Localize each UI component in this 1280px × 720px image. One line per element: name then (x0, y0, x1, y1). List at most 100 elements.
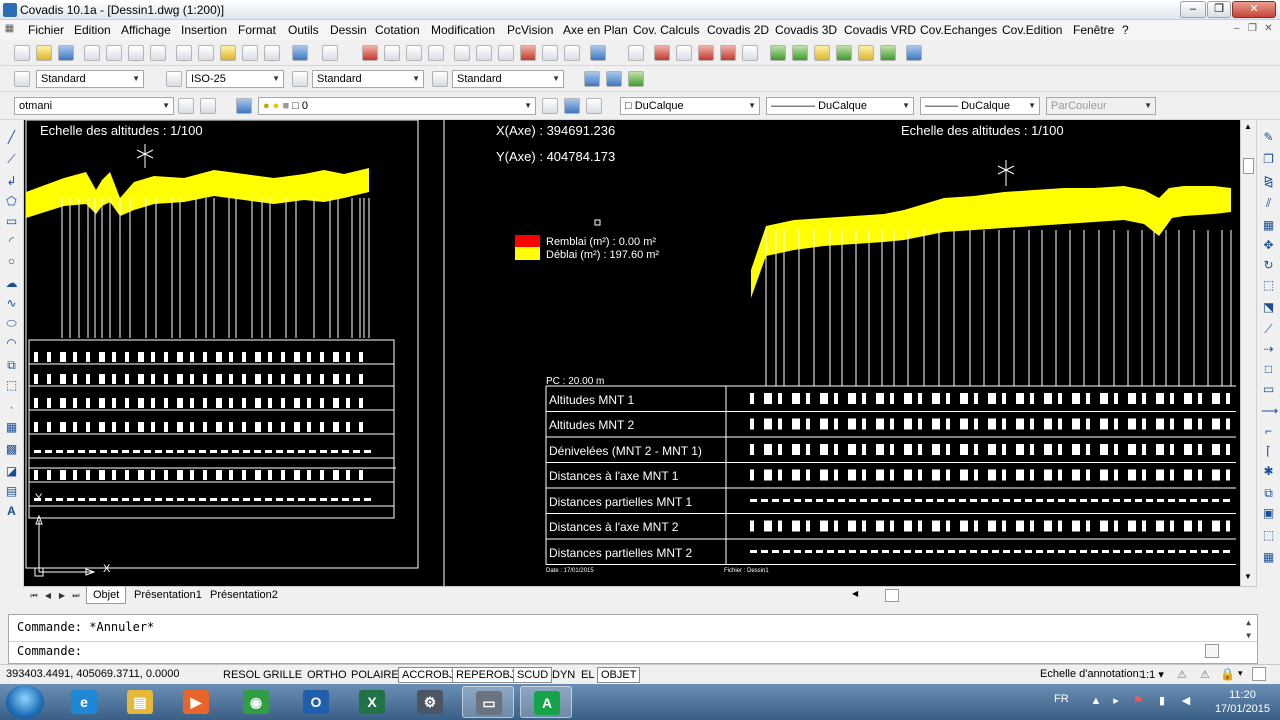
tab-objet[interactable]: Objet (86, 587, 127, 604)
undo-icon[interactable] (292, 45, 308, 61)
lineweight-select[interactable]: ——— DuCalque ▼ (920, 97, 1040, 115)
print-preview-icon[interactable] (106, 45, 122, 61)
covadis-tool-8-icon[interactable] (814, 45, 830, 61)
language-indicator[interactable]: FR (1054, 693, 1069, 705)
first-tab-icon[interactable]: ⏮ (28, 589, 40, 602)
covadis-tool-9-icon[interactable] (836, 45, 852, 61)
horizontal-scroll-thumb[interactable] (885, 589, 899, 602)
break-point-icon[interactable]: □ (1261, 362, 1276, 377)
annotation-auto-icon[interactable]: ⚠ (1200, 668, 1210, 681)
taskbar-covadis[interactable]: A (520, 686, 572, 718)
design-center-icon[interactable] (476, 45, 492, 61)
taskbar-internet-explorer[interactable]: e (58, 686, 110, 718)
properties-icon[interactable] (454, 45, 470, 61)
tool-palettes-icon[interactable] (498, 45, 514, 61)
menu-affichage[interactable]: Affichage (121, 23, 171, 37)
menu-format[interactable]: Format (238, 23, 276, 37)
zoom-previous-icon[interactable] (428, 45, 444, 61)
taskbar-outlook[interactable]: O (290, 686, 342, 718)
multileader-style-icon[interactable] (432, 71, 448, 87)
erase-icon[interactable]: ✎ (1261, 130, 1276, 145)
toggle-reperobj[interactable]: REPEROBJ (452, 667, 520, 683)
line-icon[interactable]: ╱ (4, 130, 19, 145)
layer-previous-icon[interactable] (200, 98, 216, 114)
taskbar-excel[interactable]: X (346, 686, 398, 718)
explode-icon[interactable]: ✱ (1261, 464, 1276, 479)
markup-icon[interactable] (542, 45, 558, 61)
copy-icon[interactable] (198, 45, 214, 61)
layer-name-select[interactable]: otmani ▼ (14, 97, 174, 115)
rectangle-icon[interactable]: ▭ (4, 214, 19, 229)
tray-up-icon[interactable]: ▲ (1090, 695, 1102, 707)
stretch-icon[interactable]: ⬔ (1261, 300, 1276, 315)
menu-modification[interactable]: Modification (431, 23, 495, 37)
table-icon[interactable]: ▤ (4, 484, 19, 499)
match-properties-icon[interactable] (242, 45, 258, 61)
menu-cov-echanges[interactable]: Cov.Echanges (920, 23, 997, 37)
menu-outils[interactable]: Outils (288, 23, 319, 37)
status-menu-icon[interactable]: ▾ (1238, 668, 1243, 679)
restore-button[interactable]: ❐ (1207, 1, 1231, 18)
make-current-icon[interactable] (542, 98, 558, 114)
ucs-icon[interactable] (584, 71, 600, 87)
cut-icon[interactable] (176, 45, 192, 61)
scroll-left-icon[interactable]: ◀ (852, 589, 858, 598)
start-button[interactable] (6, 685, 44, 719)
fillet-icon[interactable]: ⌈ (1261, 444, 1276, 459)
make-block-icon[interactable]: ⬚ (4, 378, 19, 393)
point-icon[interactable]: · (4, 400, 19, 415)
covadis-tool-4-icon[interactable] (720, 45, 736, 61)
scale-icon[interactable]: ⬚ (1261, 278, 1276, 293)
extend-icon[interactable]: ⇢ (1261, 342, 1276, 357)
menu-cov-calculs[interactable]: Cov. Calculs (633, 23, 699, 37)
drawing-canvas[interactable]: Echelle des altitudes : 1/100 Echelle de… (24, 120, 1240, 586)
taskbar-file-explorer[interactable]: ▤ (114, 686, 166, 718)
open-icon[interactable] (36, 45, 52, 61)
hatch-icon[interactable]: ▦ (4, 420, 19, 435)
apply-icon[interactable] (628, 71, 644, 87)
app-icon[interactable] (3, 3, 17, 17)
menu-pcvision[interactable]: PcVision (507, 23, 553, 37)
arc-icon[interactable]: ◜ (4, 234, 19, 249)
toggle-resol[interactable]: RESOL (219, 667, 264, 683)
layer-match-icon[interactable] (564, 98, 580, 114)
prev-tab-icon[interactable]: ◀ (42, 589, 54, 602)
command-prompt[interactable]: Commande: (17, 644, 82, 658)
network-icon[interactable]: ▮ (1156, 695, 1168, 707)
menu-dessin[interactable]: Dessin (330, 23, 367, 37)
print-icon[interactable] (84, 45, 100, 61)
join-icon[interactable]: ⟶ (1261, 404, 1278, 419)
covadis-tool-5-icon[interactable] (742, 45, 758, 61)
menu-insertion[interactable]: Insertion (181, 23, 227, 37)
mirror-icon[interactable]: ⧎ (1261, 174, 1276, 189)
trim-icon[interactable]: ⟋ (1261, 322, 1276, 337)
table-style-select[interactable]: Standard ▼ (312, 70, 424, 88)
new-icon[interactable] (14, 45, 30, 61)
zoom-window-icon[interactable] (406, 45, 422, 61)
dim-style-icon[interactable] (166, 71, 182, 87)
toggle-polaire[interactable]: POLAIRE (347, 667, 403, 683)
tray-arrow-icon[interactable]: ▸ (1110, 695, 1122, 707)
tab-presentation2[interactable]: Présentation2 (204, 587, 284, 604)
menu-cotation[interactable]: Cotation (375, 23, 420, 37)
calculator-icon[interactable] (564, 45, 580, 61)
covadis-tool-2-icon[interactable] (676, 45, 692, 61)
polygon-icon[interactable]: ⬠ (4, 194, 19, 209)
move-icon[interactable]: ✥ (1261, 238, 1276, 253)
covadis-tool-12-icon[interactable] (906, 45, 922, 61)
scroll-up-icon[interactable]: ▲ (1244, 122, 1252, 131)
covadis-tool-6-icon[interactable] (770, 45, 786, 61)
toggle-dyn[interactable]: DYN (548, 667, 579, 683)
menu-edition[interactable]: Edition (74, 23, 111, 37)
taskbar-remote-desktop[interactable]: ▭ (462, 686, 514, 718)
taskbar-autocad-tool[interactable]: ⚙ (404, 686, 456, 718)
covadis-tool-1-icon[interactable] (654, 45, 670, 61)
color-select[interactable]: □ DuCalque ▼ (620, 97, 760, 115)
region-icon[interactable]: ◪ (4, 464, 19, 479)
doc-minimize-icon[interactable]: ‒ (1230, 22, 1243, 36)
polyline-icon[interactable]: ↲ (4, 174, 19, 189)
pan-icon[interactable] (362, 45, 378, 61)
multiline-text-icon[interactable]: A (4, 504, 19, 519)
tab-presentation1[interactable]: Présentation1 (128, 587, 208, 604)
layer-state-select[interactable]: ● ● ■ □ 0 ▼ (258, 97, 536, 115)
